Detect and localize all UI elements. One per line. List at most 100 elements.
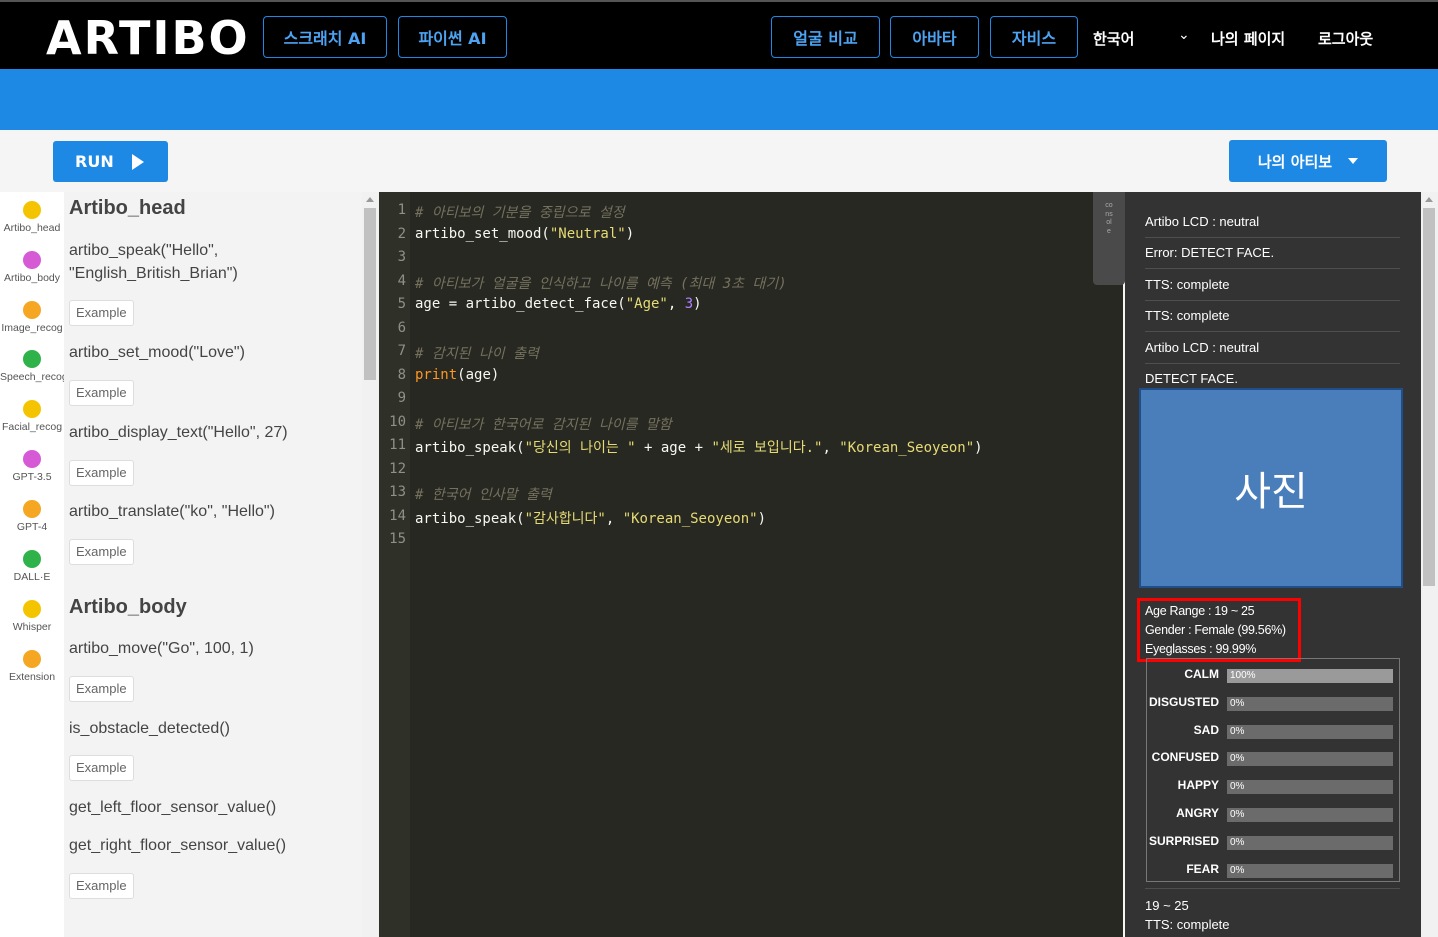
code-line[interactable]: age = artibo_detect_face("Age", 3): [415, 296, 702, 312]
my-page-link[interactable]: 나의 페이지: [1211, 28, 1285, 49]
code-line[interactable]: # 감지된 나이 출력: [415, 343, 539, 363]
console-log-line: Artibo LCD : neutral: [1145, 206, 1400, 238]
category-speech-recog[interactable]: Speech_recog: [0, 350, 64, 383]
block-is-obstacle-detected[interactable]: is_obstacle_detected(): [69, 717, 230, 740]
console-log-line: TTS: complete: [1145, 269, 1400, 301]
line-number: 1: [397, 202, 406, 218]
emotion-row: SAD 0%: [1147, 721, 1399, 741]
category-dot-icon: [23, 251, 41, 269]
block-get-left-floor-sensor[interactable]: get_left_floor_sensor_value(): [69, 796, 276, 819]
code-editor[interactable]: 1 2 3 4 5 6 7 8 9 10 11 12 13 14 15 # 아티…: [379, 192, 1123, 937]
example-button[interactable]: Example: [69, 460, 134, 486]
category-dot-icon: [23, 201, 41, 219]
emotion-row: FEAR 0%: [1147, 860, 1399, 880]
emotion-percent: 0%: [1230, 753, 1245, 765]
code-line[interactable]: # 아티보가 한국어로 감지된 나이를 말함: [415, 414, 672, 434]
category-dot-icon: [23, 650, 41, 668]
emotion-name: SAD: [1193, 722, 1219, 737]
category-extension[interactable]: Extension: [0, 650, 64, 683]
scrollbar-thumb[interactable]: [364, 208, 376, 380]
category-gpt35[interactable]: GPT-3.5: [0, 450, 64, 483]
console-age-result: 19 ~ 25: [1145, 898, 1189, 913]
scratch-ai-button[interactable]: 스크래치 AI: [263, 16, 387, 58]
emotion-row: DISGUSTED 0%: [1147, 693, 1399, 713]
category-artibo-body[interactable]: Artibo_body: [0, 251, 64, 284]
top-nav: ARTIBO 스크래치 AI 파이썬 AI 얼굴 비교 아바타 자비스 한국어 …: [0, 0, 1438, 69]
emotion-bar: 0%: [1227, 835, 1393, 850]
example-button[interactable]: Example: [69, 873, 134, 899]
my-artibo-dropdown[interactable]: 나의 아티보: [1229, 140, 1387, 182]
category-whisper[interactable]: Whisper: [0, 600, 64, 633]
category-gpt4[interactable]: GPT-4: [0, 500, 64, 533]
code-line[interactable]: # 아티보가 얼굴을 인식하고 나이를 예측 (최대 3초 대기): [415, 273, 787, 293]
artibo-logo[interactable]: ARTIBO: [46, 14, 250, 62]
divider: [1145, 888, 1400, 889]
emotion-row: CALM 100%: [1147, 665, 1399, 685]
jarvis-button[interactable]: 자비스: [990, 16, 1078, 58]
photo-label: 사진: [1234, 470, 1308, 514]
avatar-button[interactable]: 아바타: [890, 16, 979, 58]
console-panel: Artibo LCD : neutral Error: DETECT FACE.…: [1125, 192, 1421, 937]
example-button[interactable]: Example: [69, 380, 134, 406]
code-line[interactable]: # 한국어 인사말 출력: [415, 484, 552, 504]
category-image-recog[interactable]: Image_recog: [0, 301, 64, 334]
example-button[interactable]: Example: [69, 755, 134, 781]
code-line[interactable]: artibo_speak("당신의 나이는 " + age + "세로 보입니다…: [415, 437, 983, 457]
python-ai-button[interactable]: 파이썬 AI: [398, 16, 507, 58]
category-rail: Artibo_head Artibo_body Image_recog Spee…: [0, 192, 64, 937]
example-button[interactable]: Example: [69, 539, 134, 565]
line-number: 6: [397, 320, 406, 336]
block-artibo-speak[interactable]: artibo_speak("Hello", "English_British_B…: [69, 239, 269, 285]
console-scrollbar[interactable]: [1421, 192, 1438, 937]
example-button[interactable]: Example: [69, 300, 134, 326]
line-number: 12: [389, 461, 406, 477]
section-title-artibo-head: Artibo_head: [69, 197, 186, 219]
scrollbar-thumb[interactable]: [1423, 208, 1435, 586]
code-line[interactable]: print(age): [415, 367, 499, 383]
logout-link[interactable]: 로그아웃: [1318, 28, 1373, 49]
scroll-up-icon[interactable]: [1425, 197, 1433, 202]
emotion-bar: 0%: [1227, 696, 1393, 711]
face-compare-button[interactable]: 얼굴 비교: [771, 16, 880, 58]
block-artibo-translate[interactable]: artibo_translate("ko", "Hello"): [69, 500, 275, 523]
language-select[interactable]: 한국어: [1093, 28, 1134, 49]
block-artibo-set-mood[interactable]: artibo_set_mood("Love"): [69, 341, 245, 364]
line-number: 14: [389, 508, 406, 524]
emotion-bar: 0%: [1227, 752, 1393, 767]
scroll-up-icon[interactable]: [366, 197, 374, 202]
eyeglasses-text: Eyeglasses : 99.99%: [1145, 642, 1257, 656]
blocks-scrollbar[interactable]: [362, 192, 379, 937]
category-dot-icon: [23, 500, 41, 518]
category-dalle[interactable]: DALL·E: [0, 550, 64, 583]
emotion-row: SURPRISED 0%: [1147, 832, 1399, 852]
line-number: 10: [389, 414, 406, 430]
console-log-line: Artibo LCD : neutral: [1145, 332, 1400, 364]
category-facial-recog[interactable]: Facial_recog: [0, 400, 64, 433]
code-line[interactable]: artibo_speak("감사합니다", "Korean_Seoyeon"): [415, 508, 766, 528]
run-label: RUN: [75, 152, 114, 171]
category-artibo-head[interactable]: Artibo_head: [0, 201, 64, 234]
toolbar: [0, 130, 1438, 192]
emotion-chart: CALM 100% DISGUSTED 0% SAD 0% CONFUSED 0% HAPPY 0…: [1146, 658, 1400, 882]
play-icon: [131, 153, 144, 170]
block-artibo-display-text[interactable]: artibo_display_text("Hello", 27): [69, 421, 288, 444]
block-get-right-floor-sensor[interactable]: get_right_floor_sensor_value(): [69, 834, 286, 857]
block-artibo-move[interactable]: artibo_move("Go", 100, 1): [69, 637, 254, 660]
category-dot-icon: [23, 301, 41, 319]
code-line[interactable]: # 아티보의 기분을 중립으로 설정: [415, 202, 625, 222]
detected-face-photo: 사진: [1139, 388, 1403, 588]
run-button[interactable]: RUN: [53, 141, 168, 182]
category-dot-icon: [23, 450, 41, 468]
console-toggle-tab[interactable]: console: [1093, 192, 1125, 285]
emotion-percent: 0%: [1230, 836, 1245, 848]
emotion-percent: 0%: [1230, 809, 1245, 820]
console-tts-status: TTS: complete: [1145, 917, 1230, 932]
emotion-bar: 0%: [1227, 863, 1393, 878]
code-line[interactable]: artibo_set_mood("Neutral"): [415, 226, 634, 242]
blocks-panel: Artibo_head artibo_speak("Hello", "Engli…: [64, 192, 362, 937]
line-number: 4: [397, 273, 406, 289]
banner-band: [0, 69, 1438, 130]
example-button[interactable]: Example: [69, 676, 134, 702]
chevron-down-icon[interactable]: ⌄: [1178, 26, 1190, 43]
emotion-percent: 0%: [1230, 725, 1245, 737]
